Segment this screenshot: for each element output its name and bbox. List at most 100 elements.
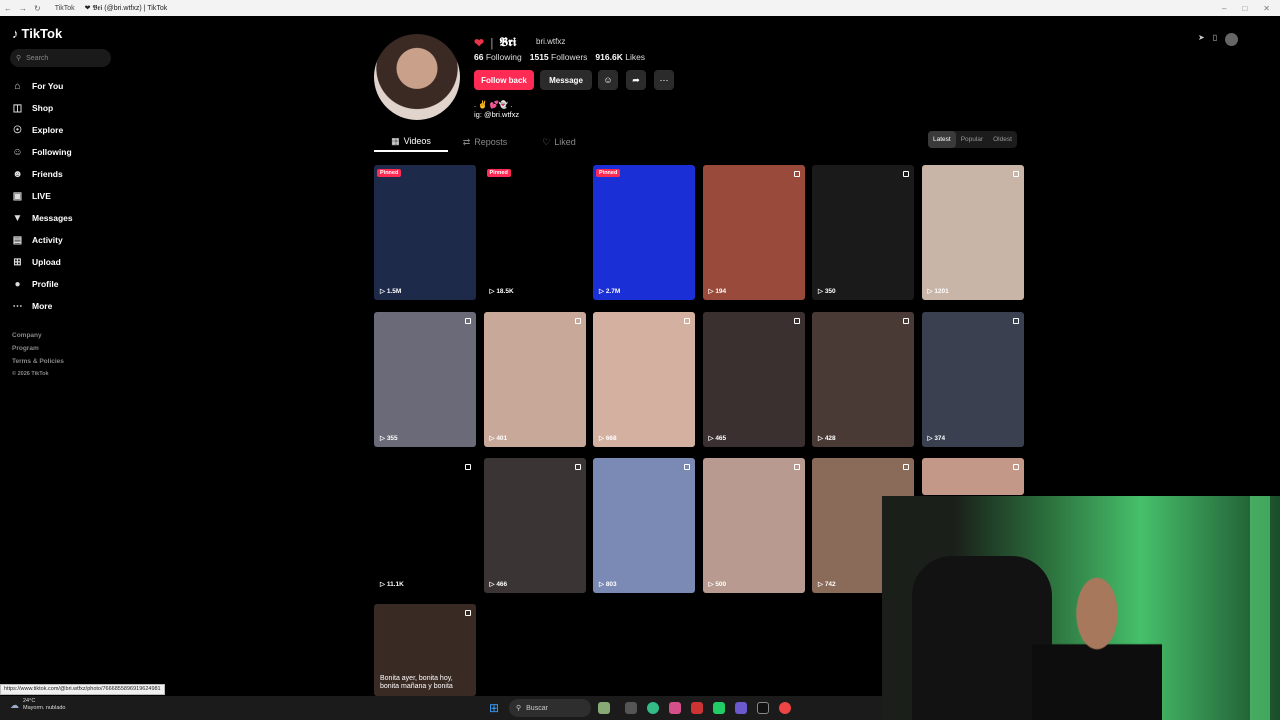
- sort-popular[interactable]: Popular: [956, 131, 988, 148]
- footer-link-company[interactable]: Company: [12, 332, 42, 339]
- profile-icon: ●: [14, 278, 21, 290]
- view-count: ▷ 18.5K: [489, 288, 514, 295]
- video-tile[interactable]: ▷ 466: [483, 458, 586, 593]
- carousel-icon: [574, 464, 581, 470]
- play-icon: ▷: [380, 434, 387, 442]
- carousel-icon: [793, 464, 800, 470]
- play-icon: ▷: [380, 288, 387, 295]
- video-tile[interactable]: ▷ 803: [593, 458, 695, 593]
- sidebar-item-for-you[interactable]: ⌂ For You: [12, 78, 63, 94]
- heart-icon: ❤: [474, 35, 485, 50]
- video-tile[interactable]: ▷ 668: [593, 311, 695, 447]
- sidebar-item-more[interactable]: ⋯ More: [12, 298, 53, 314]
- send-icon[interactable]: ➤: [1198, 33, 1205, 46]
- following-stat[interactable]: 66 Following: [474, 52, 522, 62]
- kick-icon[interactable]: [713, 702, 725, 714]
- browser-tab-active[interactable]: ❤ 𝕭𝖗𝖎 (@bri.wtfxz) | TikTok: [85, 4, 168, 13]
- back-icon[interactable]: ←: [4, 4, 12, 13]
- message-button[interactable]: Message: [540, 70, 592, 90]
- sidebar-item-profile[interactable]: ● Profile: [12, 276, 58, 292]
- video-tile[interactable]: Pinned ▷ 2.7M: [593, 165, 695, 300]
- streamer: [1032, 576, 1162, 720]
- windows-start-icon[interactable]: ⊞: [489, 701, 502, 715]
- share-button[interactable]: ➦: [626, 70, 646, 90]
- video-tile[interactable]: Pinned ▷ 1.5M: [374, 165, 476, 300]
- discord-icon[interactable]: [735, 702, 747, 714]
- video-tile[interactable]: ▷ 428: [812, 311, 914, 447]
- carousel-icon: [1012, 171, 1019, 177]
- sidebar: ♪ TikTok ⚲ Search ⌂ For You ◫ Shop ☉ Explor…: [0, 16, 130, 696]
- sidebar-item-explore[interactable]: ☉ Explore: [12, 122, 63, 138]
- video-tile[interactable]: ▷ 1201: [921, 165, 1024, 300]
- weather-widget[interactable]: ☁ 24°C Mayorm. nublado: [10, 698, 66, 712]
- video-tile[interactable]: ▷ 355: [374, 311, 476, 447]
- app-icon[interactable]: [598, 702, 610, 714]
- close-icon[interactable]: ✕: [1263, 4, 1270, 13]
- view-count: ▷ 742: [818, 581, 836, 588]
- video-tile[interactable]: ▷ 500: [702, 458, 805, 593]
- friends-icon: ☻: [12, 168, 23, 180]
- view-count: ▷ 374: [927, 434, 946, 442]
- shop-icon: ◫: [12, 102, 23, 114]
- tiktok-app-icon[interactable]: [757, 702, 769, 714]
- sidebar-item-activity[interactable]: ▤ Activity: [12, 232, 63, 248]
- video-tile[interactable]: ▷ 11.1K: [374, 458, 476, 593]
- more-options-button[interactable]: ⋯: [654, 70, 674, 90]
- tab-liked[interactable]: ♡ Liked: [522, 132, 596, 152]
- view-count: ▷ 1.5M: [380, 288, 402, 295]
- video-tile[interactable]: ▷ 401: [483, 311, 586, 447]
- youtube-icon[interactable]: [691, 702, 703, 714]
- user-avatar-icon[interactable]: [1225, 33, 1239, 46]
- profile-handle: bri.wtfxz: [536, 37, 566, 46]
- tab-reposts[interactable]: ⇄ Reposts: [448, 132, 522, 152]
- followers-stat[interactable]: 1515 Followers: [530, 52, 588, 62]
- browser-tab[interactable]: TikTok: [55, 5, 75, 12]
- carousel-icon: [574, 317, 581, 324]
- taskbar-search[interactable]: ⚲ Buscar: [509, 699, 591, 717]
- view-count: ▷ 355: [380, 434, 398, 442]
- footer-link-terms[interactable]: Terms & Policies: [12, 358, 64, 365]
- forward-icon[interactable]: →: [19, 4, 27, 13]
- tab-videos[interactable]: ▦ Videos: [374, 132, 448, 152]
- video-tile[interactable]: ▷ 194: [702, 165, 805, 300]
- share-icon: ➦: [632, 74, 640, 85]
- video-tile[interactable]: ▷ 350: [812, 165, 914, 300]
- instagram-icon[interactable]: [669, 702, 681, 714]
- sidebar-item-shop[interactable]: ◫ Shop: [12, 100, 53, 116]
- footer-link-program[interactable]: Program: [12, 345, 39, 352]
- follow-back-button[interactable]: Follow back: [474, 70, 534, 90]
- tiktok-logo[interactable]: ♪ TikTok: [12, 26, 62, 41]
- profile-stats: 66 Following 1515 Followers 916.6K Likes: [474, 52, 645, 62]
- video-tile[interactable]: Bonita ayer, bonita hoy, bonita mañana y…: [374, 604, 476, 696]
- view-count: ▷ 428: [818, 434, 836, 442]
- maximize-icon[interactable]: □: [1242, 4, 1247, 13]
- video-tile[interactable]: [921, 458, 1024, 495]
- reload-icon[interactable]: ↻: [34, 4, 41, 13]
- sort-oldest[interactable]: Oldest: [988, 131, 1017, 148]
- minimize-icon[interactable]: –: [1222, 4, 1226, 13]
- sidebar-item-following[interactable]: ☺ Following: [12, 144, 71, 160]
- gaming-chair: [912, 556, 1052, 720]
- video-tile[interactable]: ▷ 374: [921, 311, 1024, 447]
- phone-icon[interactable]: ▯: [1213, 33, 1217, 46]
- video-tile[interactable]: ▷ 465: [702, 311, 805, 447]
- sort-toggle: Latest Popular Oldest: [928, 131, 1017, 148]
- edge-icon[interactable]: [647, 702, 659, 714]
- carousel-icon: [793, 171, 800, 177]
- carousel-icon: [1012, 464, 1019, 470]
- sidebar-item-friends[interactable]: ☻ Friends: [12, 166, 62, 182]
- sidebar-item-live[interactable]: ▣ LIVE: [12, 188, 51, 204]
- carousel-icon: [465, 610, 471, 616]
- video-tile[interactable]: Pinned ▷ 18.5K: [483, 165, 586, 300]
- carousel-icon: [684, 317, 690, 324]
- sort-latest[interactable]: Latest: [928, 131, 956, 148]
- chrome-icon[interactable]: [779, 702, 791, 714]
- sidebar-item-upload[interactable]: ⊞ Upload: [12, 254, 61, 270]
- cloud-icon: ☁: [10, 699, 19, 710]
- add-friend-button[interactable]: ☺: [598, 70, 618, 90]
- profile-avatar[interactable]: [374, 34, 460, 120]
- file-explorer-icon[interactable]: [625, 702, 637, 714]
- sidebar-item-messages[interactable]: ▼ Messages: [12, 210, 73, 226]
- play-icon: ▷: [818, 581, 825, 588]
- search-input[interactable]: ⚲ Search: [10, 49, 111, 67]
